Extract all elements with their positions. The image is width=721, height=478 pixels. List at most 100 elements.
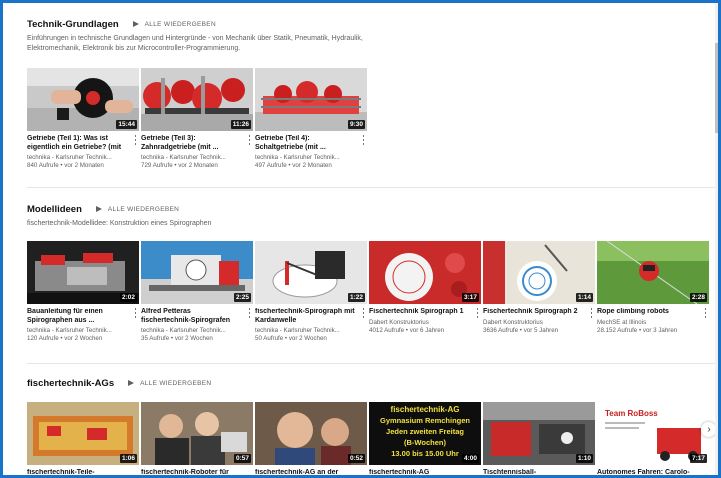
video-thumbnail[interactable]: 3:17	[369, 241, 481, 304]
video-shelf: 15:44 Getriebe (Teil 1): Was ist eigentl…	[27, 68, 367, 170]
video-thumbnail[interactable]: 1:22	[255, 241, 367, 304]
video-card[interactable]: 1:22 fischertechnik-Spirograph mit Karda…	[255, 241, 367, 343]
section-title[interactable]: Modellideen	[27, 204, 82, 215]
video-thumbnail[interactable]: 0:57	[141, 402, 253, 465]
video-channel[interactable]: technika - Karlsruher Technik...	[255, 327, 363, 335]
video-thumbnail[interactable]: 15:44	[27, 68, 139, 131]
play-all-button[interactable]: ALLE WIEDERGEBEN	[132, 21, 216, 28]
video-card[interactable]: 2:25 Alfred Petteras fischertechnik-Spir…	[141, 241, 253, 343]
video-meta: 840 Aufrufe • vor 2 Monaten	[27, 162, 104, 169]
thumb-text-line: 13.00 bis 15.00 Uhr	[391, 449, 459, 458]
more-options-icon[interactable]	[134, 135, 137, 145]
video-card[interactable]: 1:14 Fischertechnik Spirograph 2 Dabert …	[483, 241, 595, 343]
video-card[interactable]: 9:30 Getriebe (Teil 4): Schaltgetriebe (…	[255, 68, 367, 170]
more-options-icon[interactable]	[248, 308, 251, 318]
video-card[interactable]: 0:57 fischertechnik-Roboter für	[141, 402, 253, 475]
video-shelf: 2:02 Bauanleitung für einen Spirographen…	[27, 241, 709, 343]
video-thumbnail[interactable]: 0:52	[255, 402, 367, 465]
video-channel[interactable]: Dabert Konstruktorius	[483, 319, 591, 327]
section-title[interactable]: fischertechnik-AGs	[27, 378, 114, 389]
video-title[interactable]: Getriebe (Teil 1): Was ist eigentlich ei…	[27, 135, 127, 152]
video-card[interactable]: 2:28 Rope climbing robots MechSE at Illi…	[597, 241, 709, 343]
video-thumbnail[interactable]: 1:06	[27, 402, 139, 465]
video-title[interactable]: fischertechnik-Roboter für	[141, 469, 241, 475]
video-duration: 2:28	[689, 293, 707, 302]
video-card[interactable]: 15:44 Getriebe (Teil 1): Was ist eigentl…	[27, 68, 139, 170]
video-duration: 4:00	[461, 454, 479, 463]
video-title[interactable]: Autonomes Fahren: Carolo-	[597, 469, 697, 475]
section-title[interactable]: Technik-Grundlagen	[27, 19, 119, 30]
video-title[interactable]: fischertechnik-AG an der	[255, 469, 355, 475]
video-title[interactable]: Getriebe (Teil 3): Zahnradgetriebe (mit …	[141, 135, 241, 152]
video-channel[interactable]: technika - Karlsruher Technik...	[141, 327, 249, 335]
section-description: fischertechnik-Modellidee: Konstruktion …	[27, 220, 212, 227]
video-thumbnail[interactable]: 11:26	[141, 68, 253, 131]
video-title[interactable]: Alfred Petteras fischertechnik-Spirograf…	[141, 308, 241, 325]
more-options-icon[interactable]	[248, 135, 251, 145]
thumb-text-line: Team RoBoss	[605, 409, 658, 418]
next-arrow-button[interactable]: ›	[701, 422, 716, 437]
play-all-button[interactable]: ALLE WIEDERGEBEN	[128, 380, 211, 387]
section-divider	[27, 363, 715, 364]
video-thumbnail[interactable]: fischertechnik-AG Gymnasium Remchingen J…	[369, 402, 481, 465]
video-title[interactable]: fischertechnik-AG	[369, 469, 469, 475]
video-card[interactable]: 1:10 Tischtennisball-	[483, 402, 595, 475]
video-duration: 2:25	[233, 293, 251, 302]
video-title[interactable]: Rope climbing robots	[597, 308, 697, 317]
video-card[interactable]: 0:52 fischertechnik-AG an der	[255, 402, 367, 475]
video-title[interactable]: Tischtennisball-	[483, 469, 583, 475]
play-icon	[128, 380, 135, 386]
video-channel[interactable]: technika - Karlsruher Technik...	[255, 154, 363, 162]
chevron-right-icon: ›	[707, 423, 711, 435]
video-card[interactable]: 3:17 Fischertechnik Spirograph 1 Dabert …	[369, 241, 481, 343]
more-options-icon[interactable]	[362, 308, 365, 318]
video-card[interactable]: 1:06 fischertechnik-Teile-	[27, 402, 139, 475]
video-meta: 35 Aufrufe • vor 2 Wochen	[141, 335, 213, 342]
section-divider	[27, 187, 715, 188]
video-card[interactable]: 2:02 Bauanleitung für einen Spirographen…	[27, 241, 139, 343]
video-duration: 1:10	[575, 454, 593, 463]
video-meta: 497 Aufrufe • vor 2 Monaten	[255, 162, 332, 169]
video-channel[interactable]: technika - Karlsruher Technik...	[141, 154, 249, 162]
video-thumbnail[interactable]: 2:25	[141, 241, 253, 304]
video-thumbnail[interactable]: 1:14	[483, 241, 595, 304]
channel-page: Technik-Grundlagen ALLE WIEDERGEBEN Einf…	[0, 0, 721, 478]
more-options-icon[interactable]	[362, 135, 365, 145]
video-meta: 50 Aufrufe • vor 2 Wochen	[255, 335, 327, 342]
video-thumbnail[interactable]: Team RoBoss 7:17	[597, 402, 709, 465]
play-all-button[interactable]: ALLE WIEDERGEBEN	[95, 206, 179, 213]
video-title[interactable]: Getriebe (Teil 4): Schaltgetriebe (mit .…	[255, 135, 355, 152]
video-thumbnail[interactable]: 9:30	[255, 68, 367, 131]
video-title[interactable]: Bauanleitung für einen Spirographen aus …	[27, 308, 127, 325]
more-options-icon[interactable]	[134, 308, 137, 318]
play-icon	[95, 206, 102, 212]
more-options-icon[interactable]	[704, 308, 707, 318]
section-technik-grundlagen: Technik-Grundlagen ALLE WIEDERGEBEN Einf…	[27, 17, 715, 169]
video-card[interactable]: 11:26 Getriebe (Teil 3): Zahnradgetriebe…	[141, 68, 253, 170]
video-meta: 120 Aufrufe • vor 2 Wochen	[27, 335, 103, 342]
video-title[interactable]: Fischertechnik Spirograph 2	[483, 308, 583, 317]
video-title[interactable]: fischertechnik-Teile-	[27, 469, 127, 475]
video-card[interactable]: Team RoBoss 7:17 Autonomes Fahren: Carol…	[597, 402, 709, 475]
video-duration: 1:14	[575, 293, 593, 302]
video-title[interactable]: fischertechnik-Spirograph mit Kardanwell…	[255, 308, 355, 325]
video-channel[interactable]: technika - Karlsruher Technik...	[27, 327, 135, 335]
video-channel[interactable]: Dabert Konstruktorius	[369, 319, 477, 327]
section-modellideen: Modellideen ALLE WIEDERGEBEN fischertech…	[27, 202, 715, 342]
video-duration: 2:02	[119, 293, 137, 302]
video-thumbnail[interactable]: 2:28	[597, 241, 709, 304]
video-channel[interactable]: technika - Karlsruher Technik...	[27, 154, 135, 162]
more-options-icon[interactable]	[590, 308, 593, 318]
video-channel[interactable]: MechSE at Illinois	[597, 319, 705, 327]
more-options-icon[interactable]	[476, 308, 479, 318]
video-duration: 1:06	[119, 454, 137, 463]
scrollbar-thumb[interactable]	[715, 43, 718, 133]
play-icon	[132, 21, 139, 27]
thumb-text-line: Jeden zweiten Freitag	[386, 427, 464, 436]
video-card[interactable]: fischertechnik-AG Gymnasium Remchingen J…	[369, 402, 481, 475]
video-meta: 4012 Aufrufe • vor 6 Jahren	[369, 326, 445, 334]
video-thumbnail[interactable]: 1:10	[483, 402, 595, 465]
video-duration: 15:44	[116, 120, 137, 129]
video-title[interactable]: Fischertechnik Spirograph 1	[369, 308, 469, 317]
video-thumbnail[interactable]: 2:02	[27, 241, 139, 304]
